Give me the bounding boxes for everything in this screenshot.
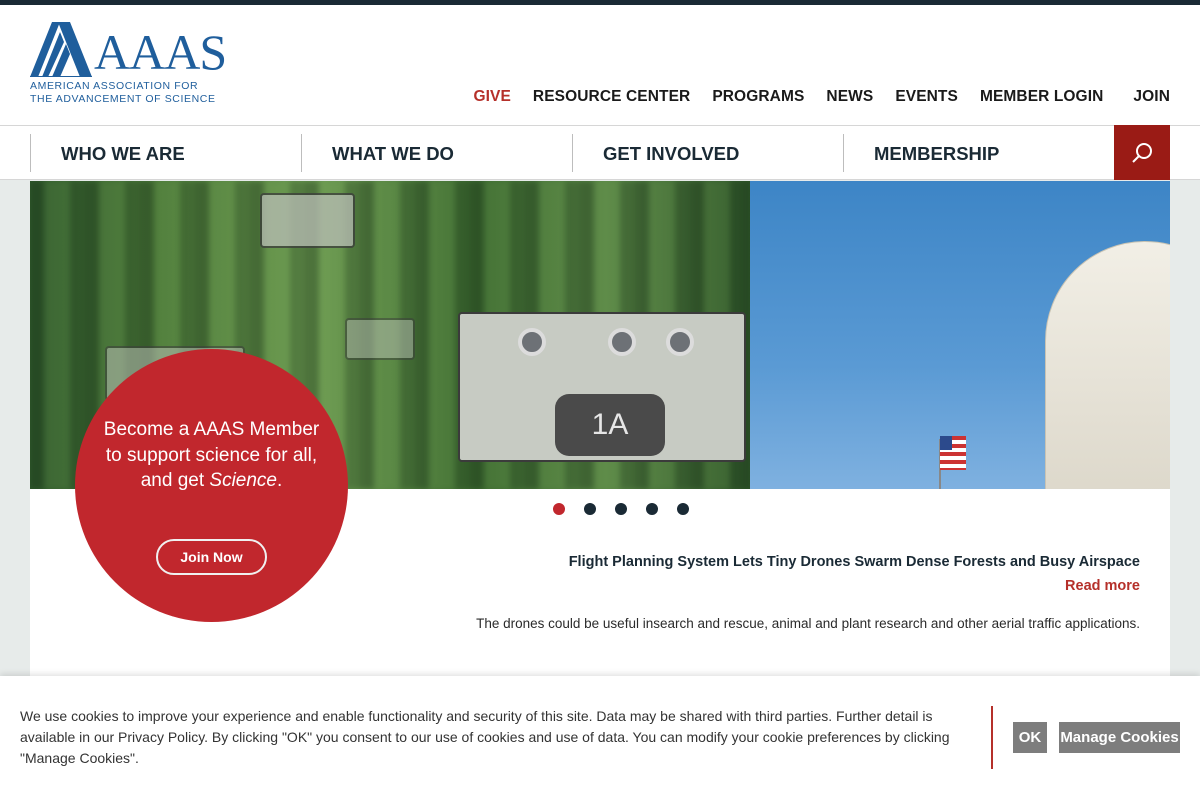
aaas-logo-mark-icon: [30, 22, 92, 77]
nav-what-we-do[interactable]: WHAT WE DO: [301, 134, 572, 172]
cookie-divider: [991, 706, 993, 769]
join-now-button[interactable]: Join Now: [156, 539, 267, 575]
camera-lens: [666, 328, 694, 356]
logo-wordmark: AAAS: [94, 24, 227, 80]
aaas-logo[interactable]: AAAS AMERICAN ASSOCIATION FOR THE ADVANC…: [30, 22, 227, 107]
drone-image-small: [260, 193, 355, 248]
cookie-ok-button[interactable]: OK: [1013, 722, 1047, 753]
carousel-dot[interactable]: [584, 503, 596, 515]
utility-nav: GIVE RESOURCE CENTER PROGRAMS NEWS EVENT…: [473, 88, 1170, 106]
story-description: The drones could be useful insearch and …: [476, 616, 1140, 631]
main-nav: WHO WE ARE WHAT WE DO GET INVOLVED MEMBE…: [0, 125, 1200, 180]
us-flag-icon: [940, 436, 966, 470]
give-link[interactable]: GIVE: [473, 88, 510, 106]
nav-membership[interactable]: MEMBERSHIP: [843, 134, 1114, 172]
cookie-banner: We use cookies to improve your experienc…: [0, 676, 1200, 800]
site-header: AAAS AMERICAN ASSOCIATION FOR THE ADVANC…: [0, 5, 1200, 125]
drone-image-main: 1A: [458, 312, 746, 462]
events-link[interactable]: EVENTS: [895, 88, 958, 106]
carousel-indicators: [553, 503, 689, 515]
logo-subtitle: AMERICAN ASSOCIATION FOR THE ADVANCEMENT…: [30, 80, 225, 106]
camera-lens: [518, 328, 546, 356]
drone-tag: 1A: [555, 394, 665, 456]
news-link[interactable]: NEWS: [826, 88, 873, 106]
carousel-dot[interactable]: [646, 503, 658, 515]
member-login-link[interactable]: MEMBER LOGIN: [980, 88, 1103, 106]
carousel-dot-active[interactable]: [553, 503, 565, 515]
carousel-dot[interactable]: [615, 503, 627, 515]
promo-text-period: .: [277, 470, 283, 491]
logo-subtitle-line1: AMERICAN ASSOCIATION FOR: [30, 80, 199, 92]
resource-center-link[interactable]: RESOURCE CENTER: [533, 88, 690, 106]
carousel-dot[interactable]: [677, 503, 689, 515]
logo-subtitle-line2: THE ADVANCEMENT OF SCIENCE: [30, 93, 216, 105]
programs-link[interactable]: PROGRAMS: [712, 88, 804, 106]
search-icon: [1132, 142, 1152, 163]
promo-text: Become a AAAS Member to support science …: [95, 417, 328, 494]
cookie-message: We use cookies to improve your experienc…: [20, 708, 950, 766]
drone-image-blurred: [345, 318, 415, 360]
search-button[interactable]: [1114, 125, 1170, 180]
camera-lens: [608, 328, 636, 356]
promo-text-science: Science: [209, 470, 277, 491]
membership-promo: Become a AAAS Member to support science …: [75, 349, 348, 622]
story-title[interactable]: Flight Planning System Lets Tiny Drones …: [569, 554, 1140, 570]
join-link[interactable]: JOIN: [1133, 88, 1170, 106]
nav-get-involved[interactable]: GET INVOLVED: [572, 134, 843, 172]
nav-who-we-are[interactable]: WHO WE ARE: [30, 134, 301, 172]
read-more-link[interactable]: Read more: [1065, 578, 1140, 594]
manage-cookies-button[interactable]: Manage Cookies: [1059, 722, 1180, 753]
